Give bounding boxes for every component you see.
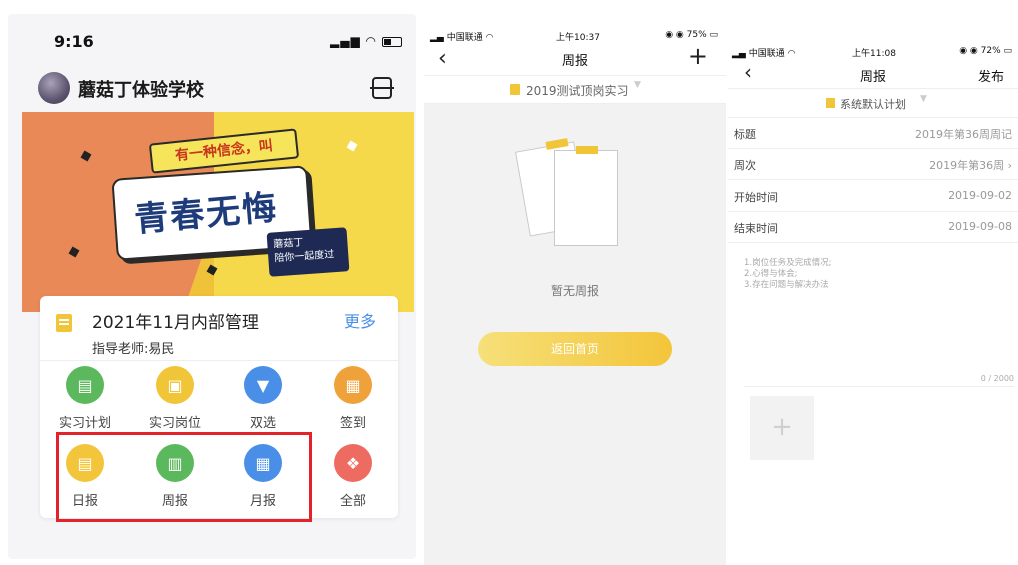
form-row-start-date[interactable]: 开始时间 2019-09-02 [728,181,1018,212]
paper-sheet [554,150,618,246]
plan-icon: ▤ [66,366,104,404]
grid-item-label: 全部 [339,494,366,509]
weekly-report-empty-screen: ▂▄ 中国联通 ◠ 上午10:37 ◉ ◉ 75% ▭ ‹ 周报 + 2019测… [424,0,726,565]
row-value: 2019-09-08 [948,220,1012,233]
scan-icon[interactable] [370,77,394,99]
chevron-down-icon: ▼ [634,80,641,90]
notebook-icon [510,84,520,95]
clip-shape [576,146,598,154]
grid-item[interactable]: ▦ 签到 [308,366,398,431]
divider [744,386,1014,387]
banner-carousel[interactable]: 有一种信念，叫 青春无悔 蘑菇丁 陪你一起度过 [22,112,414,312]
signal-wifi-icon: ▂▄▆ ◠ [330,34,377,48]
add-icon[interactable]: + [688,42,708,70]
page-title: 周报 [561,54,588,69]
row-label: 结束时间 [734,222,778,235]
plan-selector[interactable]: 2019测试顶岗实习 ▼ [424,76,726,104]
grid-item[interactable]: ▼ 双选 [218,366,308,431]
weekly-report-edit-screen: ▂▄ 中国联通 ◠ 上午11:08 ◉ ◉ 72% ▭ ‹ 周报 发布 系统默认… [728,0,1018,565]
char-counter: 0 / 2000 [980,374,1014,383]
grid-item-label: 签到 [339,416,366,431]
empty-state-text: 暂无周报 [550,284,599,298]
battery-status: ◉ ◉ 75% ▭ [665,30,718,40]
publish-button[interactable]: 发布 [978,66,1004,85]
status-icons: ▂▄▆ ◠ [330,34,402,48]
add-image-button[interactable]: + [750,396,814,460]
status-bar: ▂▄ 中国联通 ◠ 上午10:37 ◉ ◉ 75% ▭ [424,0,726,43]
form-row-title[interactable]: 标题 2019年第36周周记 [728,118,1018,149]
row-label: 标题 [734,128,756,141]
grid-item[interactable]: ▤ 实习计划 [40,366,130,431]
row-label: 周次 [734,159,756,172]
form-row-week[interactable]: 周次 2019年第36周 › [728,149,1018,180]
row-label: 开始时间 [734,191,778,204]
status-time: 9:16 [54,32,94,51]
page-title: 周报 [859,70,886,85]
row-value: 2019年第36周周记 [915,128,1012,141]
school-name: 蘑菇丁体验学校 [78,80,204,101]
card-divider [40,360,398,361]
more-link[interactable]: 更多 [344,308,376,332]
row-value: 2019年第36周 › [929,159,1012,172]
tie-icon: ▼ [244,366,282,404]
plan-selector[interactable]: 系统默认计划 ▼ [728,88,1018,118]
carrier-label: ▂▄ 中国联通 ◠ [732,49,796,59]
briefcase-icon: ▣ [156,366,194,404]
form-row-end-date[interactable]: 结束时间 2019-09-08 [728,212,1018,243]
status-time: 上午11:08 [852,49,896,59]
plan-name: 系统默认计划 [840,98,906,111]
row-value: 2019-09-02 [948,189,1012,202]
grid-item-label: 实习计划 [58,416,111,431]
home-screen: 9:16 ▂▄▆ ◠ 蘑菇丁体验学校 有一种信念，叫 青春无悔 蘑菇丁 陪你一起… [0,0,420,565]
teacher-name: 指导老师:易民 [92,342,175,357]
all-apps-icon: ❖ [334,444,372,482]
notebook-icon [56,314,72,332]
grid-item[interactable]: ▣ 实习岗位 [130,366,220,431]
grid-item[interactable]: ❖ 全部 [308,444,398,509]
grid-item-label: 双选 [249,416,276,431]
chevron-down-icon: ▼ [920,94,927,104]
battery-icon [381,36,402,47]
internship-title: 2021年11月内部管理 [92,313,259,333]
calendar-icon: ▦ [334,366,372,404]
empty-clipboard-illustration [514,132,636,252]
battery-status: ◉ ◉ 72% ▭ [959,46,1012,56]
school-header: 蘑菇丁体验学校 [38,72,398,104]
grid-item-label: 实习岗位 [148,416,201,431]
school-logo[interactable] [38,72,70,104]
nav-bar: ‹ 周报 + [424,42,726,76]
plan-name: 2019测试顶岗实习 [526,84,629,98]
highlight-box [56,432,312,522]
banner-tag: 蘑菇丁 陪你一起度过 [266,227,350,277]
notebook-icon [826,98,835,108]
return-home-button[interactable]: 返回首页 [478,332,672,366]
content-textarea[interactable]: 1.岗位任务及完成情况; 2.心得与体会; 3.存在问题与解决办法 [744,258,831,291]
